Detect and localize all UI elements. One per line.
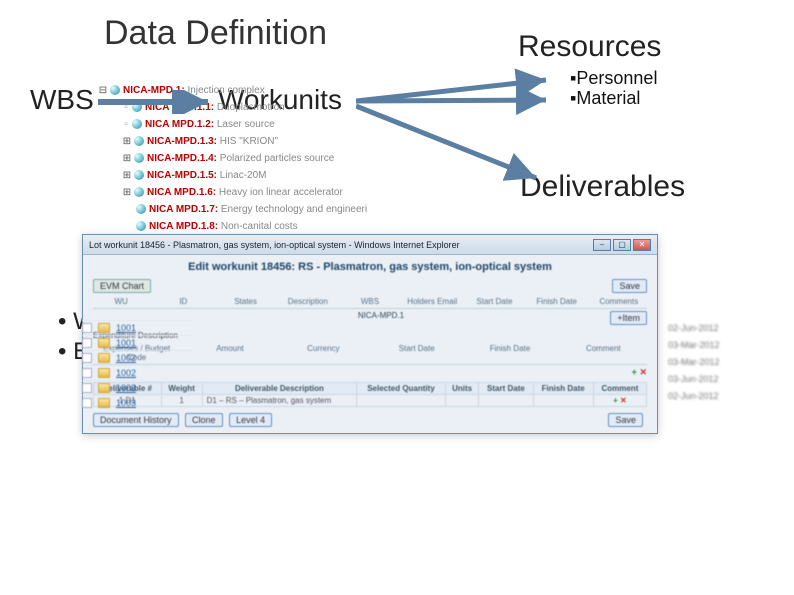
page-title: Data Definition [104, 14, 327, 53]
date-column: 02-Jun-2012 03-Mar-2012 03-Mar-2012 03-J… [668, 320, 720, 405]
list-item: 1001 [82, 335, 192, 350]
window-controls: – ▢ ✕ [593, 239, 651, 251]
resources-item-material: ▪Material [570, 88, 640, 109]
clone-button[interactable]: Clone [185, 413, 223, 427]
maximize-button[interactable]: ▢ [613, 239, 631, 251]
list-item: 1002 [82, 350, 192, 365]
add-item-button[interactable]: +Item [610, 311, 647, 325]
workunit-listing: 1001 1001 1002 1002 1003 1003 [82, 320, 192, 410]
delete-row-icon[interactable]: ✕ [639, 367, 647, 377]
dialog-header: Edit workunit 18456: RS - Plasmatron, ga… [93, 261, 647, 273]
level4-button[interactable]: Level 4 [229, 413, 272, 427]
evm-chart-button[interactable]: EVM Chart [93, 279, 151, 293]
add-row-icon[interactable]: + [632, 367, 637, 377]
list-item: 1003 [82, 380, 192, 395]
checkbox-icon[interactable] [82, 323, 92, 333]
columns-row-1: WUIDStates DescriptionWBSHolders Email S… [93, 297, 647, 309]
list-item: 1003 [82, 395, 192, 410]
list-id[interactable]: 1001 [116, 323, 136, 333]
resources-item-personnel: ▪Personnel [570, 68, 657, 89]
minimize-button[interactable]: – [593, 239, 611, 251]
list-item: 1001 [82, 320, 192, 335]
list-item: 1002 [82, 365, 192, 380]
save-button-bottom[interactable]: Save [608, 413, 643, 427]
dialog-window-title: Lot workunit 18456 - Plasmatron, gas sys… [89, 240, 460, 250]
folder-icon [98, 323, 110, 333]
add-deliverable-icon[interactable]: + [613, 396, 618, 405]
delete-deliverable-icon[interactable]: ✕ [620, 396, 627, 405]
close-button[interactable]: ✕ [633, 239, 651, 251]
arrow-workunits-to-deliverables [356, 100, 546, 200]
wbs-value: NICA-MPD.1 [352, 311, 411, 325]
document-history-button[interactable]: Document History [93, 413, 179, 427]
arrow-wbs-to-workunits [98, 90, 218, 114]
dialog-buttons: Document History Clone Level 4 Save [93, 413, 647, 427]
wbs-label: WBS [30, 84, 94, 116]
save-button[interactable]: Save [612, 279, 647, 293]
